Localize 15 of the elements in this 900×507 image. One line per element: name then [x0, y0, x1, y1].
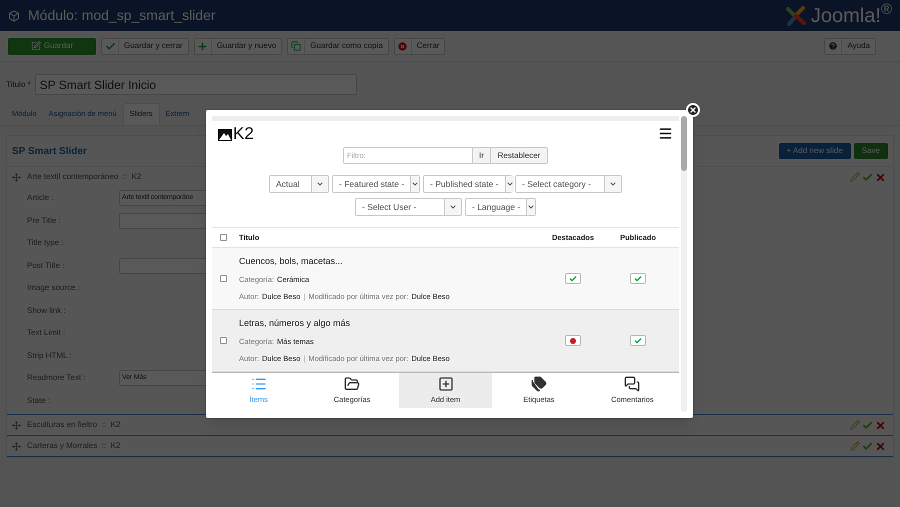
field-label: Image source :	[27, 282, 81, 294]
field-label: Readmore Text :	[27, 372, 87, 384]
field-label: Show link :	[27, 304, 67, 317]
field-label: Post Title :	[27, 260, 66, 272]
field-label: Text Limit :	[27, 327, 66, 340]
k2-logo: K2	[218, 126, 254, 140]
field-label: Strip HTML :	[27, 350, 73, 362]
page-title: Módulo: mod_sp_smart_slider	[28, 6, 216, 25]
field-label: Titulo *	[6, 78, 31, 90]
field-label: Title type :	[27, 237, 65, 250]
panel-title: SP Smart Slider	[12, 144, 87, 158]
field-label: State :	[27, 394, 52, 407]
field-label: Pre Title :	[27, 214, 62, 227]
brand-name: Joomla!$^{®}$	[810, 0, 892, 28]
field-label: Article :	[27, 192, 55, 204]
